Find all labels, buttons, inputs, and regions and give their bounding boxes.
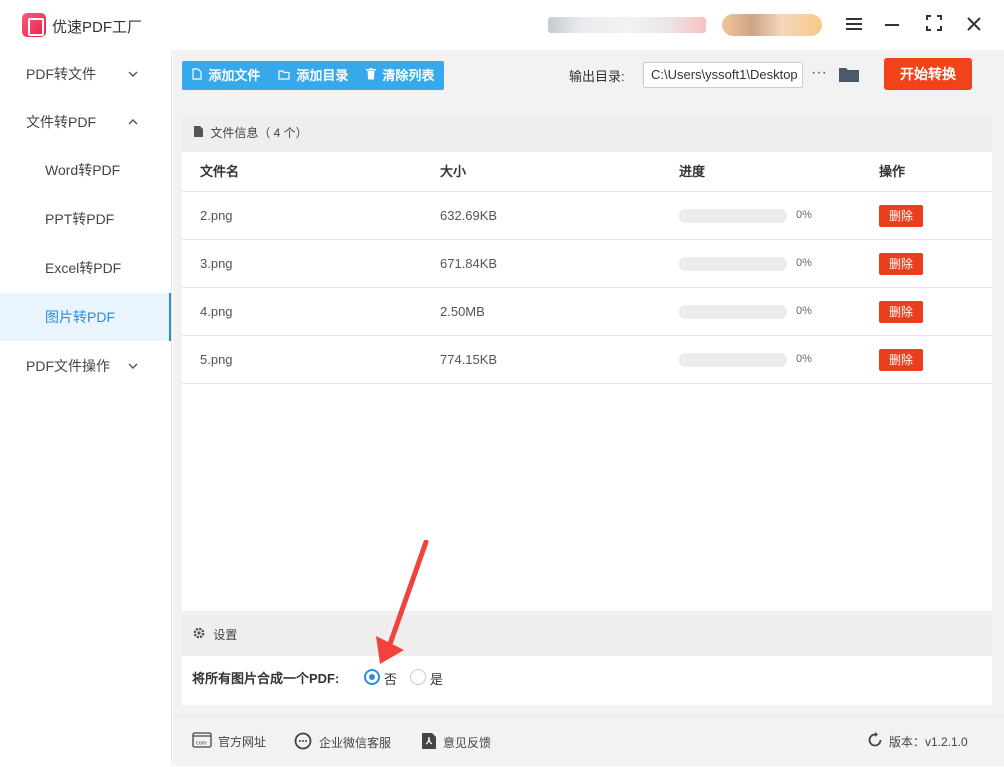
website-icon: com xyxy=(192,732,212,754)
progress-bar xyxy=(679,305,787,319)
file-list-panel: 文件信息（ 4 个） 文件名 大小 进度 操作 2.png 632.69KB 0… xyxy=(182,115,992,611)
table-row[interactable]: 5.png 774.15KB 0% 删除 xyxy=(182,336,992,384)
progress-bar xyxy=(679,257,787,271)
minimize-icon[interactable] xyxy=(879,12,905,38)
svg-text:com: com xyxy=(196,741,207,747)
file-size: 671.84KB xyxy=(440,256,498,271)
merge-no-label[interactable]: 否 xyxy=(384,669,397,688)
table-row[interactable]: 4.png 2.50MB 0% 删除 xyxy=(182,288,992,336)
sidebar: PDF转文件 文件转PDF Word转PDF PPT转PDF Excel转PDF… xyxy=(0,50,172,766)
progress-percent: 0% xyxy=(796,353,812,365)
clear-list-button[interactable]: 清除列表 xyxy=(366,61,434,90)
settings-title: 设置 xyxy=(213,628,238,642)
close-icon[interactable] xyxy=(961,12,987,38)
column-header-name: 文件名 xyxy=(200,164,240,179)
website-label: 官方网址 xyxy=(218,735,267,750)
blurred-account-info xyxy=(548,17,706,33)
merge-yes-label[interactable]: 是 xyxy=(430,669,443,688)
progress-bar xyxy=(679,209,787,223)
chat-bubble-icon xyxy=(293,732,313,756)
delete-button[interactable]: 删除 xyxy=(879,349,923,371)
main-area: 添加文件 添加目录 清除列表 输出目录: C:\Users\yssoft1\De… xyxy=(173,50,1004,766)
open-folder-icon[interactable] xyxy=(839,66,859,82)
sidebar-item-excel-to-pdf[interactable]: Excel转PDF xyxy=(0,244,171,292)
add-directory-button[interactable]: 添加目录 xyxy=(278,61,348,90)
column-header-size: 大小 xyxy=(440,164,467,179)
file-size: 632.69KB xyxy=(440,208,498,223)
wechat-support-link[interactable]: 企业微信客服 xyxy=(293,732,391,752)
file-size: 774.15KB xyxy=(440,352,498,367)
file-size: 2.50MB xyxy=(440,304,485,319)
file-name: 2.png xyxy=(200,208,233,223)
sidebar-group-pdf-to-file[interactable]: PDF转文件 xyxy=(0,50,171,98)
toolbar-button-group: 添加文件 添加目录 清除列表 xyxy=(182,61,444,90)
more-options-button[interactable]: ··· xyxy=(809,62,829,88)
feedback-link[interactable]: 意见反馈 xyxy=(421,732,491,752)
sidebar-item-ppt-to-pdf[interactable]: PPT转PDF xyxy=(0,195,171,243)
merge-pdf-label: 将所有图片合成一个PDF: xyxy=(192,671,340,686)
sidebar-group-file-to-pdf[interactable]: 文件转PDF xyxy=(0,98,171,146)
sidebar-item-image-to-pdf[interactable]: 图片转PDF xyxy=(0,293,171,341)
settings-header: 设置 xyxy=(182,615,992,656)
progress-percent: 0% xyxy=(796,305,812,317)
hamburger-icon[interactable] xyxy=(841,12,867,38)
feedback-label: 意见反馈 xyxy=(443,736,492,751)
sidebar-group-pdf-operations[interactable]: PDF文件操作 xyxy=(0,342,171,390)
settings-panel: 设置 将所有图片合成一个PDF: 否 是 xyxy=(182,615,992,705)
sidebar-item-word-to-pdf[interactable]: Word转PDF xyxy=(0,146,171,194)
column-header-progress: 进度 xyxy=(679,164,706,179)
sidebar-group-label: PDF文件操作 xyxy=(26,358,110,374)
file-info-header: 文件信息（ 4 个） xyxy=(182,115,992,152)
sidebar-item-label: Word转PDF xyxy=(45,162,121,178)
add-directory-label: 添加目录 xyxy=(296,68,349,83)
sidebar-item-label: Excel转PDF xyxy=(45,260,122,276)
sidebar-item-label: 图片转PDF xyxy=(45,309,115,325)
app-title: 优速PDF工厂 xyxy=(52,19,143,36)
output-dir-input[interactable]: C:\Users\yssoft1\Desktop xyxy=(643,62,803,88)
progress-percent: 0% xyxy=(796,209,812,221)
refresh-icon xyxy=(867,732,883,754)
delete-button[interactable]: 删除 xyxy=(879,253,923,275)
merge-yes-radio[interactable] xyxy=(410,669,426,685)
progress-percent: 0% xyxy=(796,257,812,269)
table-row[interactable]: 2.png 632.69KB 0% 删除 xyxy=(182,192,992,240)
document-icon xyxy=(194,126,206,140)
delete-button[interactable]: 删除 xyxy=(879,301,923,323)
app-logo-icon xyxy=(22,13,46,37)
footer: com 官方网址 企业微信客服 意见反馈 版本：v1.2.1.0 xyxy=(173,716,1004,766)
chevron-down-icon xyxy=(128,342,138,390)
merge-no-radio[interactable] xyxy=(364,669,380,685)
file-name: 4.png xyxy=(200,304,233,319)
delete-button[interactable]: 删除 xyxy=(879,205,923,227)
wechat-support-label: 企业微信客服 xyxy=(319,736,392,751)
trash-icon xyxy=(366,68,379,83)
column-header-action: 操作 xyxy=(879,164,906,179)
title-bar: 优速PDF工厂 xyxy=(0,0,1004,50)
sidebar-group-label: PDF转文件 xyxy=(26,66,96,82)
chevron-down-icon xyxy=(128,50,138,98)
version-label: 版本：v1.2.1.0 xyxy=(889,735,968,750)
file-icon xyxy=(192,68,205,83)
sidebar-group-label: 文件转PDF xyxy=(26,114,96,130)
gear-icon xyxy=(193,627,208,642)
start-convert-button[interactable]: 开始转换 xyxy=(884,58,972,90)
feedback-icon xyxy=(421,732,437,756)
version-info[interactable]: 版本：v1.2.1.0 xyxy=(867,732,968,752)
add-file-label: 添加文件 xyxy=(208,68,261,83)
output-dir-label: 输出目录: xyxy=(569,69,625,84)
blurred-user-badge[interactable] xyxy=(722,14,822,36)
website-link[interactable]: com 官方网址 xyxy=(192,732,266,752)
file-info-title: 文件信息（ 4 个） xyxy=(210,126,308,140)
table-header: 文件名 大小 进度 操作 xyxy=(182,152,992,192)
file-name: 3.png xyxy=(200,256,233,271)
folder-outline-icon xyxy=(278,69,293,83)
clear-list-label: 清除列表 xyxy=(382,68,435,83)
maximize-icon[interactable] xyxy=(921,12,947,38)
file-name: 5.png xyxy=(200,352,233,367)
add-file-button[interactable]: 添加文件 xyxy=(192,61,260,90)
table-row[interactable]: 3.png 671.84KB 0% 删除 xyxy=(182,240,992,288)
progress-bar xyxy=(679,353,787,367)
sidebar-item-label: PPT转PDF xyxy=(45,211,115,227)
chevron-up-icon xyxy=(128,98,138,146)
